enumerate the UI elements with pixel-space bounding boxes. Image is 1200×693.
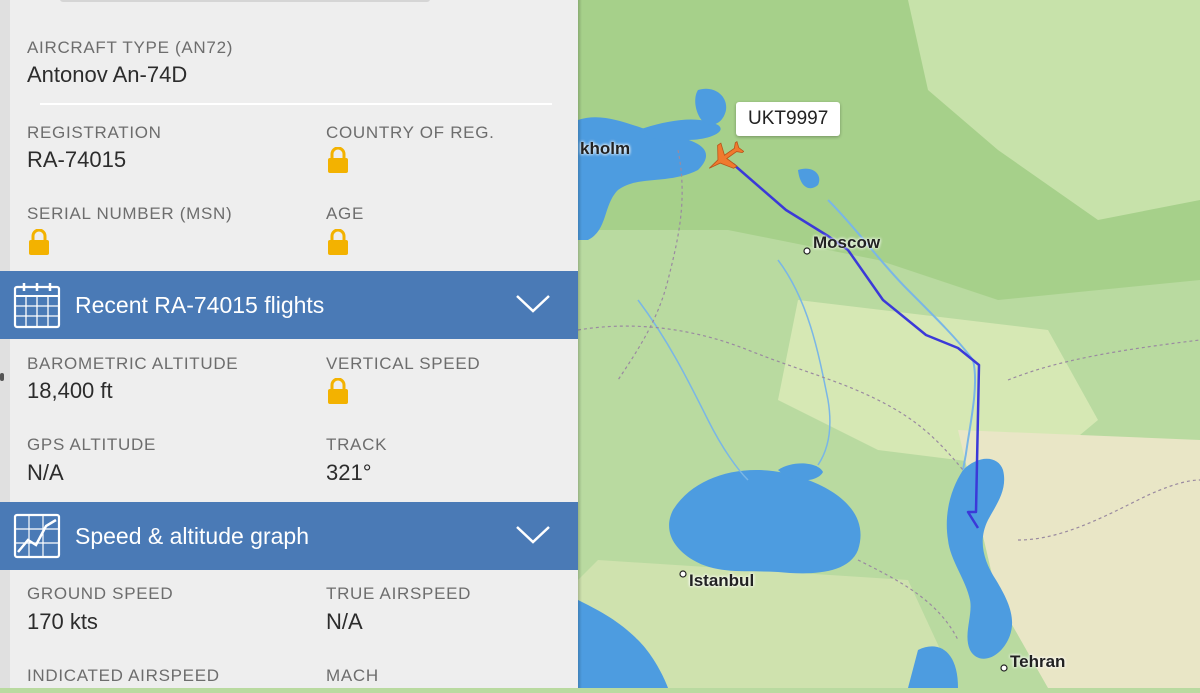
graph-title: Speed & altitude graph bbox=[75, 523, 310, 549]
recent-flights-bar[interactable]: Recent RA-74015 flights bbox=[0, 271, 578, 339]
recent-flights-title: Recent RA-74015 flights bbox=[75, 292, 325, 318]
divider bbox=[40, 103, 552, 105]
lock-icon[interactable] bbox=[326, 228, 350, 255]
speed-altitude-graph-bar[interactable]: Speed & altitude graph bbox=[0, 502, 578, 570]
track-value: 321° bbox=[326, 460, 372, 485]
plane-icon[interactable] bbox=[704, 140, 745, 176]
graph-icon bbox=[12, 512, 62, 560]
lock-icon[interactable] bbox=[326, 377, 350, 404]
city-label-istanbul: Istanbul bbox=[689, 571, 755, 590]
serial-number-label: SERIAL NUMBER (MSN) bbox=[27, 204, 233, 223]
gps-alt-value: N/A bbox=[27, 460, 64, 485]
panel-shadow bbox=[578, 0, 582, 688]
lock-icon[interactable] bbox=[27, 228, 51, 255]
callsign-tag[interactable]: UKT9997 bbox=[736, 102, 841, 136]
vertical-speed-label: VERTICAL SPEED bbox=[326, 354, 481, 373]
ground-speed-value: 170 kts bbox=[27, 609, 98, 634]
ground-speed-label: GROUND SPEED bbox=[27, 584, 174, 603]
flight-map[interactable] bbox=[577, 0, 1200, 688]
registration-value: RA-74015 bbox=[27, 147, 127, 172]
lock-icon[interactable] bbox=[326, 146, 350, 173]
map-canvas[interactable] bbox=[577, 0, 1200, 688]
baro-alt-value: 18,400 ft bbox=[27, 378, 113, 403]
city-label-moscow: Moscow bbox=[813, 233, 881, 252]
country-of-reg-label: COUNTRY OF REG. bbox=[326, 123, 495, 142]
aircraft-type-value: Antonov An-74D bbox=[27, 62, 188, 87]
indicated-airspeed-label: INDICATED AIRSPEED bbox=[27, 666, 220, 685]
mach-label: MACH bbox=[326, 666, 379, 685]
track-label: TRACK bbox=[326, 435, 388, 454]
age-label: AGE bbox=[326, 204, 365, 223]
aircraft-type-label: AIRCRAFT TYPE (AN72) bbox=[27, 38, 234, 57]
registration-label: REGISTRATION bbox=[27, 123, 162, 142]
calendar-icon bbox=[12, 281, 62, 329]
chevron-down-icon[interactable] bbox=[514, 522, 552, 548]
aircraft-info-panel: AIRCRAFT TYPE (AN72) Antonov An-74D REGI… bbox=[0, 0, 578, 688]
city-label-stockholm: kholm bbox=[580, 139, 631, 158]
true-airspeed-value: N/A bbox=[326, 609, 363, 634]
gps-alt-label: GPS ALTITUDE bbox=[27, 435, 157, 454]
panel-left-strip bbox=[0, 0, 10, 688]
top-cutoff bbox=[60, 0, 430, 2]
city-label-tehran: Tehran bbox=[1010, 652, 1066, 671]
edge-mark bbox=[0, 373, 4, 381]
chevron-down-icon[interactable] bbox=[514, 291, 552, 317]
baro-alt-label: BAROMETRIC ALTITUDE bbox=[27, 354, 239, 373]
true-airspeed-label: TRUE AIRSPEED bbox=[326, 584, 472, 603]
